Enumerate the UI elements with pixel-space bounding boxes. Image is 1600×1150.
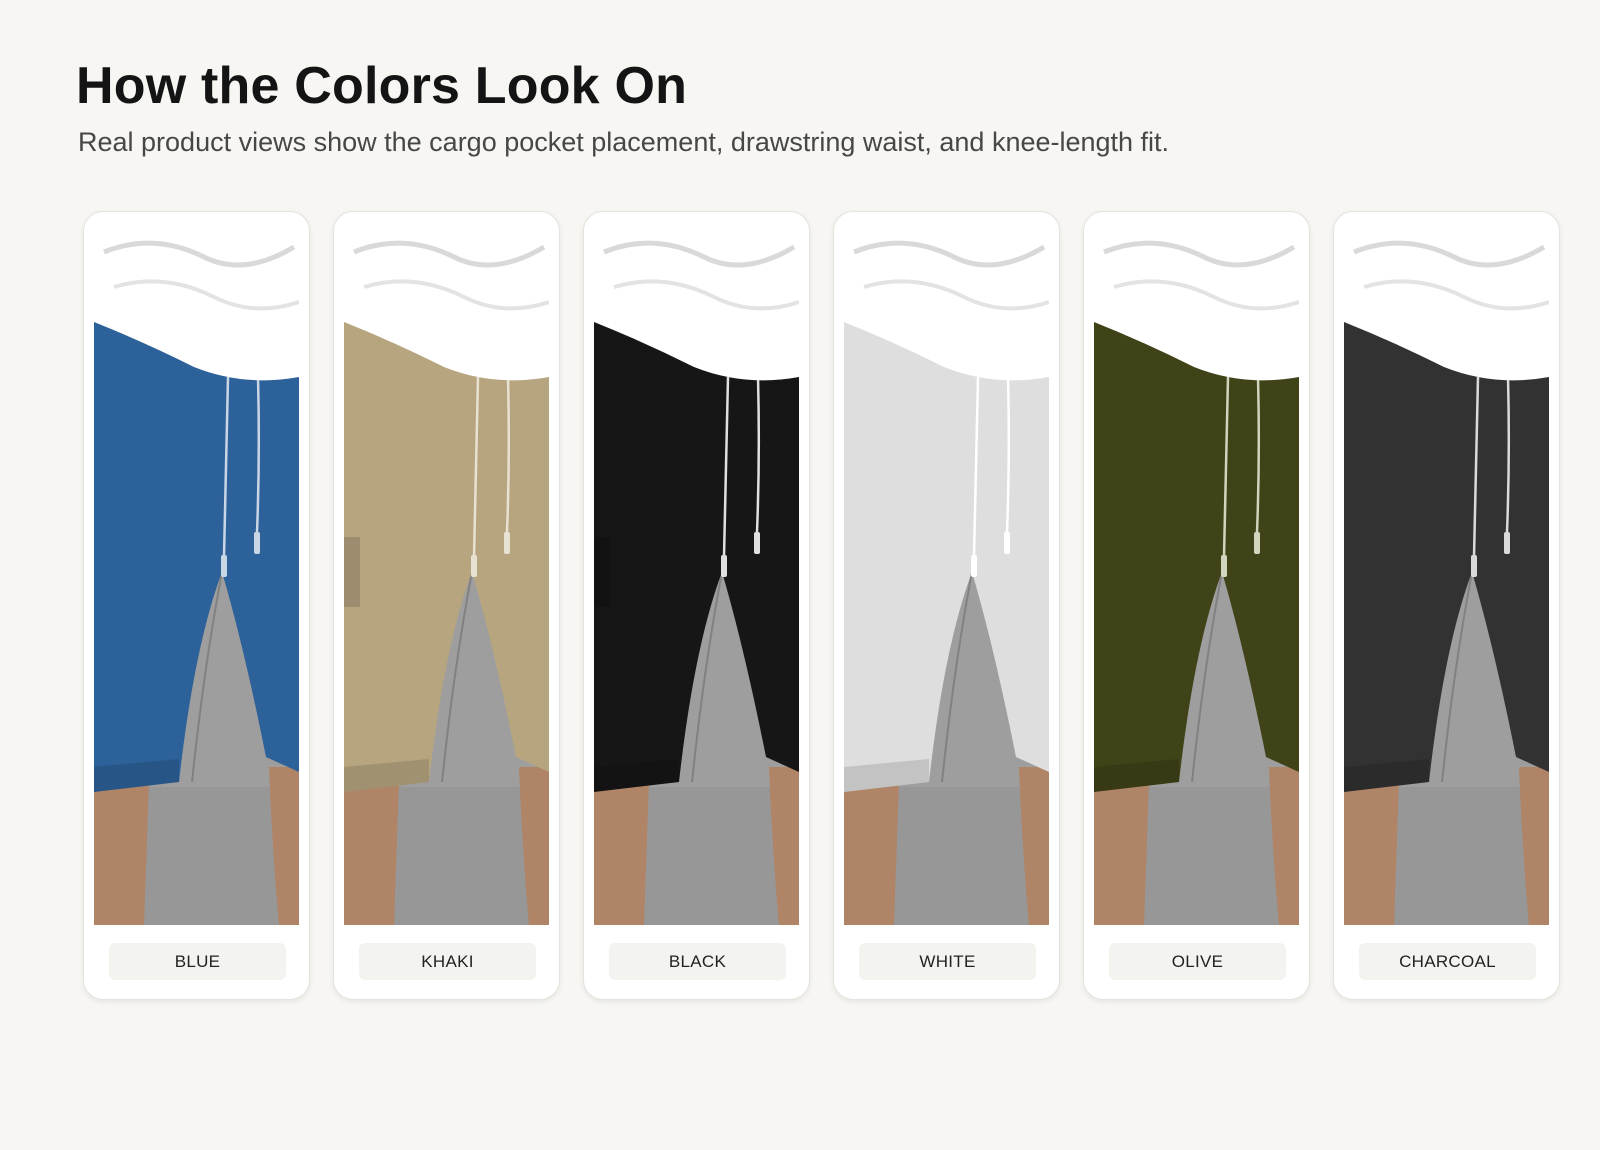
page-title: How the Colors Look On [76, 57, 688, 115]
leg-left [344, 782, 399, 925]
color-label: KHAKI [359, 943, 536, 980]
cord-tip-right [754, 532, 760, 554]
product-photo [844, 227, 1049, 925]
color-cards: BLUE KHAKI BLACK WHITE OLIVE CHARCOAL [83, 211, 1560, 1000]
cord-tip-right [1004, 532, 1010, 554]
leg-left [94, 782, 149, 925]
color-card-white[interactable]: WHITE [833, 211, 1060, 1000]
color-label: WHITE [859, 943, 1036, 980]
color-gallery-page: How the Colors Look On Real product view… [0, 0, 1600, 1150]
product-photo [594, 227, 799, 925]
color-card-blue[interactable]: BLUE [83, 211, 310, 1000]
product-photo [94, 227, 299, 925]
color-label: BLUE [109, 943, 286, 980]
cargo-pocket [594, 537, 610, 607]
cord-tip-left [971, 555, 977, 577]
page-subtitle: Real product views show the cargo pocket… [78, 127, 1170, 157]
leg-left [594, 782, 649, 925]
product-photo [1094, 227, 1299, 925]
cord-tip-right [504, 532, 510, 554]
product-photo [344, 227, 549, 925]
cord-tip-left [221, 555, 227, 577]
cord-tip-left [471, 555, 477, 577]
color-label: CHARCOAL [1359, 943, 1536, 980]
cord-tip-right [1504, 532, 1510, 554]
color-card-khaki[interactable]: KHAKI [333, 211, 560, 1000]
color-label: BLACK [609, 943, 786, 980]
color-label: OLIVE [1109, 943, 1286, 980]
cord-tip-right [1254, 532, 1260, 554]
cord-tip-left [1471, 555, 1477, 577]
leg-left [1094, 782, 1149, 925]
color-card-charcoal[interactable]: CHARCOAL [1333, 211, 1560, 1000]
cargo-pocket [344, 537, 360, 607]
color-card-olive[interactable]: OLIVE [1083, 211, 1310, 1000]
cord-tip-left [721, 555, 727, 577]
leg-left [1344, 782, 1399, 925]
leg-left [844, 782, 899, 925]
product-photo [1344, 227, 1549, 925]
cord-tip-right [254, 532, 260, 554]
color-card-black[interactable]: BLACK [583, 211, 810, 1000]
cord-tip-left [1221, 555, 1227, 577]
